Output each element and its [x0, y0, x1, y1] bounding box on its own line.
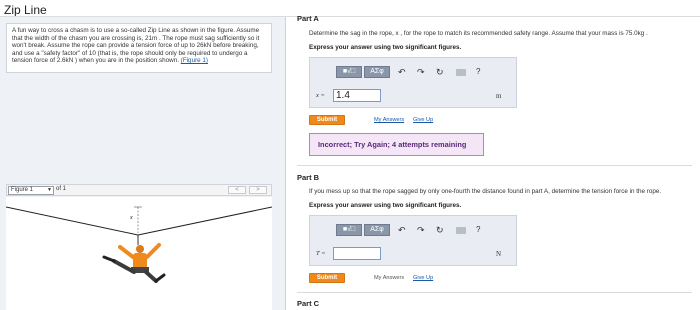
part-b-give-up-link[interactable]: Give Up — [413, 275, 433, 281]
part-a-question: Determine the sag in the rope, x , for t… — [309, 30, 648, 37]
reset-icon[interactable]: ↻ — [436, 225, 444, 235]
part-a-feedback: Incorrect; Try Again; 4 attempts remaini… — [309, 133, 484, 156]
part-divider — [297, 292, 692, 293]
symbols-button[interactable]: ΑΣφ — [364, 66, 390, 78]
part-a-my-answers-link[interactable]: My Answers — [374, 117, 404, 123]
templates-button[interactable]: ■√□ — [336, 66, 362, 78]
keyboard-icon[interactable] — [456, 227, 466, 234]
part-b-answer-panel: ■√□ ΑΣφ ↶ ↷ ↻ ? T = N — [309, 215, 517, 266]
help-icon[interactable]: ? — [476, 225, 480, 235]
symbols-button[interactable]: ΑΣφ — [364, 224, 390, 236]
part-a-variable: x = — [316, 92, 325, 99]
keyboard-icon[interactable] — [456, 69, 466, 76]
problem-text: A fun way to cross a chasm is to use a s… — [12, 27, 260, 65]
figure-image: x — [5, 197, 273, 310]
redo-icon[interactable]: ↷ — [417, 67, 425, 77]
part-b-my-answers-link[interactable]: My Answers — [374, 275, 404, 281]
undo-icon[interactable]: ↶ — [398, 67, 406, 77]
templates-button[interactable]: ■√□ — [336, 224, 362, 236]
undo-icon[interactable]: ↶ — [398, 225, 406, 235]
zip-line-illustration: x — [5, 206, 273, 283]
part-b-answer-input[interactable] — [333, 247, 381, 260]
chevron-down-icon[interactable]: ▼ — [47, 187, 52, 193]
figure-prev-button[interactable]: < — [228, 186, 246, 194]
part-b-question: If you mess up so that the rope sagged b… — [309, 188, 662, 195]
part-b-variable: T = — [316, 250, 326, 257]
rope-left — [5, 206, 139, 236]
part-a-give-up-link[interactable]: Give Up — [413, 117, 433, 123]
part-b-instruction: Express your answer using two significan… — [309, 202, 462, 209]
sag-label: x — [129, 215, 133, 221]
figure-count: of 1 — [56, 186, 67, 192]
redo-icon[interactable]: ↷ — [417, 225, 425, 235]
rider-figure — [102, 243, 166, 283]
part-divider — [297, 165, 692, 166]
part-a-answer-panel: ■√□ ΑΣφ ↶ ↷ ↻ ? x = 1.4 m — [309, 57, 517, 108]
part-a-unit: m — [496, 92, 502, 100]
part-a-instruction: Express your answer using two significan… — [309, 44, 462, 51]
part-b-submit-button[interactable]: Submit — [309, 273, 345, 283]
help-icon[interactable]: ? — [476, 67, 480, 77]
part-b-unit: N — [496, 250, 502, 258]
part-c-label: Part C — [297, 299, 320, 308]
pane-divider[interactable] — [285, 17, 286, 310]
part-a-submit-button[interactable]: Submit — [309, 115, 345, 125]
rope-right — [137, 206, 273, 236]
problem-statement: A fun way to cross a chasm is to use a s… — [6, 23, 272, 73]
part-b-label: Part B — [297, 173, 320, 182]
reset-icon[interactable]: ↻ — [436, 67, 444, 77]
figure-next-button[interactable]: > — [249, 186, 267, 194]
figure-link[interactable]: (Figure 1) — [181, 57, 208, 64]
page-title: Zip Line — [4, 3, 47, 17]
part-a-answer-input[interactable]: 1.4 — [333, 89, 381, 102]
part-a-label: Part A — [297, 14, 319, 23]
